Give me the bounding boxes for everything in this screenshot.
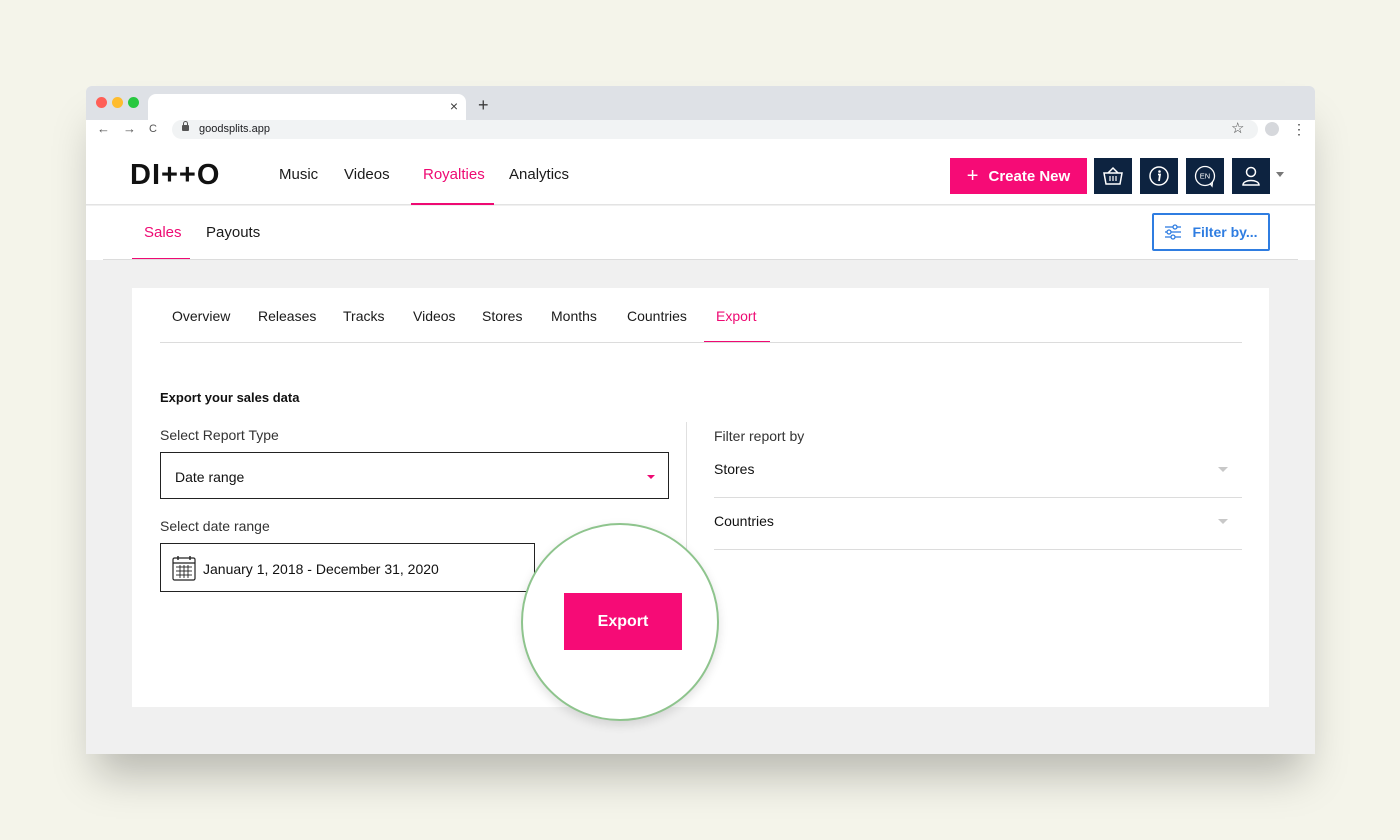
nav-analytics[interactable]: Analytics bbox=[509, 166, 569, 184]
profile-avatar[interactable] bbox=[1265, 122, 1279, 136]
browser-tab[interactable]: × bbox=[148, 94, 466, 120]
user-icon bbox=[1242, 166, 1260, 186]
ditto-logo[interactable]: DI++O bbox=[130, 159, 220, 191]
close-tab-icon[interactable]: × bbox=[450, 98, 458, 114]
basket-icon bbox=[1103, 166, 1123, 185]
info-icon bbox=[1149, 166, 1169, 186]
tab-overview[interactable]: Overview bbox=[172, 307, 230, 325]
filter-stores-select[interactable]: Stores bbox=[714, 446, 1242, 498]
report-type-label: Select Report Type bbox=[160, 427, 279, 443]
bookmark-star-icon[interactable]: ☆ bbox=[1231, 120, 1244, 138]
filter-report-heading: Filter report by bbox=[714, 428, 805, 444]
filter-by-button[interactable]: Filter by... bbox=[1152, 213, 1270, 251]
date-range-input[interactable]: January 1, 2018 - December 31, 2020 bbox=[160, 543, 535, 592]
filter-by-label: Filter by... bbox=[1192, 224, 1258, 240]
nav-active-indicator bbox=[411, 203, 494, 205]
app-header: DI++O Music Videos Royalties Analytics +… bbox=[86, 140, 1315, 205]
sliders-icon bbox=[1165, 224, 1182, 240]
tab-tracks[interactable]: Tracks bbox=[343, 307, 384, 325]
section-title: Export your sales data bbox=[160, 390, 300, 405]
chevron-down-icon[interactable] bbox=[1276, 172, 1284, 177]
chevron-down-icon bbox=[1218, 467, 1228, 472]
language-code: EN bbox=[1200, 172, 1210, 181]
reload-button[interactable]: C bbox=[149, 121, 157, 137]
chevron-down-icon bbox=[1218, 519, 1228, 524]
report-type-value: Date range bbox=[175, 469, 245, 485]
maximize-window-button[interactable] bbox=[128, 97, 139, 108]
filter-countries-label: Countries bbox=[714, 513, 774, 529]
chevron-down-icon bbox=[647, 475, 655, 479]
language-button[interactable]: EN bbox=[1186, 158, 1224, 194]
tab-months[interactable]: Months bbox=[551, 307, 597, 325]
tab-export[interactable]: Export bbox=[716, 307, 756, 325]
address-bar[interactable]: goodsplits.app bbox=[172, 120, 1258, 139]
calendar-icon bbox=[172, 556, 196, 581]
tab-countries[interactable]: Countries bbox=[627, 307, 687, 325]
date-range-value: January 1, 2018 - December 31, 2020 bbox=[203, 561, 439, 577]
filter-stores-label: Stores bbox=[714, 461, 755, 477]
lock-icon bbox=[182, 121, 189, 131]
create-new-button[interactable]: + Create New bbox=[950, 158, 1087, 194]
nav-royalties[interactable]: Royalties bbox=[423, 166, 485, 184]
url-text: goodsplits.app bbox=[199, 123, 270, 135]
subnav-sales[interactable]: Sales bbox=[144, 224, 182, 242]
export-button[interactable]: Export bbox=[564, 593, 682, 650]
subnav-payouts[interactable]: Payouts bbox=[206, 224, 260, 242]
tab-releases[interactable]: Releases bbox=[258, 307, 316, 325]
tab-stores[interactable]: Stores bbox=[482, 307, 522, 325]
date-range-label: Select date range bbox=[160, 518, 270, 534]
sub-navigation: Sales Payouts Filter by... bbox=[86, 206, 1315, 260]
report-type-select[interactable]: Date range bbox=[160, 452, 669, 499]
browser-tabstrip: × + bbox=[86, 86, 1315, 120]
nav-music[interactable]: Music bbox=[279, 166, 318, 184]
nav-videos[interactable]: Videos bbox=[344, 166, 390, 184]
tabs-divider bbox=[160, 342, 1242, 343]
create-new-label: Create New bbox=[988, 167, 1071, 185]
account-button[interactable] bbox=[1232, 158, 1270, 194]
browser-toolbar: ← → C goodsplits.app ☆ ⋮ bbox=[86, 120, 1315, 140]
browser-menu-icon[interactable]: ⋮ bbox=[1292, 122, 1306, 136]
minimize-window-button[interactable] bbox=[112, 97, 123, 108]
tab-videos[interactable]: Videos bbox=[413, 307, 456, 325]
back-button[interactable]: ← bbox=[97, 121, 110, 137]
info-button[interactable] bbox=[1140, 158, 1178, 194]
close-window-button[interactable] bbox=[96, 97, 107, 108]
plus-icon: + bbox=[966, 165, 979, 187]
browser-window: × + ← → C goodsplits.app ☆ ⋮ DI++O Music… bbox=[86, 86, 1315, 754]
forward-button[interactable]: → bbox=[123, 121, 136, 137]
filter-countries-select[interactable]: Countries bbox=[714, 498, 1242, 550]
subnav-divider bbox=[103, 259, 1298, 260]
language-icon: EN bbox=[1194, 165, 1216, 188]
new-tab-button[interactable]: + bbox=[478, 96, 489, 114]
basket-button[interactable] bbox=[1094, 158, 1132, 194]
